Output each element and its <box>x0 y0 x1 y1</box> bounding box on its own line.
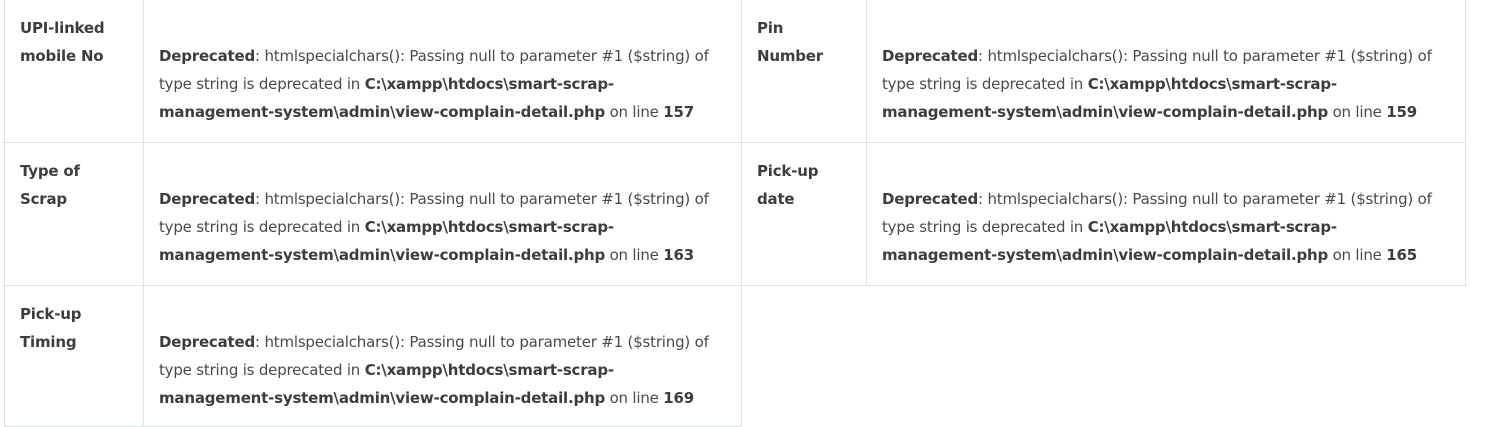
error-on-line: on line <box>605 389 664 407</box>
field-label: Pick-up date <box>741 142 867 286</box>
error-on-line: on line <box>605 103 664 121</box>
error-on-line: on line <box>1328 246 1387 264</box>
field-value: Deprecated: htmlspecialchars(): Passing … <box>866 142 1466 286</box>
field-value: Deprecated: htmlspecialchars(): Passing … <box>143 142 742 286</box>
table-row: Type of Scrap Deprecated: htmlspecialchar… <box>4 142 1466 286</box>
error-on-line: on line <box>605 246 664 264</box>
error-line-number: 157 <box>663 103 694 121</box>
table-row: Pick-up Timing Deprecated: htmlspecialcha… <box>4 285 1466 427</box>
field-label: Pick-up Timing <box>4 285 144 427</box>
field-value: Deprecated: htmlspecialchars(): Passing … <box>143 285 742 427</box>
error-prefix: Deprecated <box>159 333 256 351</box>
field-value: Deprecated: htmlspecialchars(): Passing … <box>143 0 742 143</box>
error-line-number: 165 <box>1386 246 1417 264</box>
error-line-number: 163 <box>663 246 694 264</box>
error-prefix: Deprecated <box>159 47 256 65</box>
error-prefix: Deprecated <box>159 190 256 208</box>
empty-cell <box>741 285 1466 427</box>
field-value: Deprecated: htmlspecialchars(): Passing … <box>866 0 1466 143</box>
field-label: Type of Scrap <box>4 142 144 286</box>
complaint-detail-table: UPI-linked mobile No Deprecated: htmlspec… <box>4 0 1466 427</box>
error-line-number: 159 <box>1386 103 1417 121</box>
error-prefix: Deprecated <box>882 190 979 208</box>
field-label: Pin Number <box>741 0 867 143</box>
field-label: UPI-linked mobile No <box>4 0 144 143</box>
table-row: UPI-linked mobile No Deprecated: htmlspec… <box>4 0 1466 143</box>
error-line-number: 169 <box>663 389 694 407</box>
error-prefix: Deprecated <box>882 47 979 65</box>
error-on-line: on line <box>1328 103 1387 121</box>
